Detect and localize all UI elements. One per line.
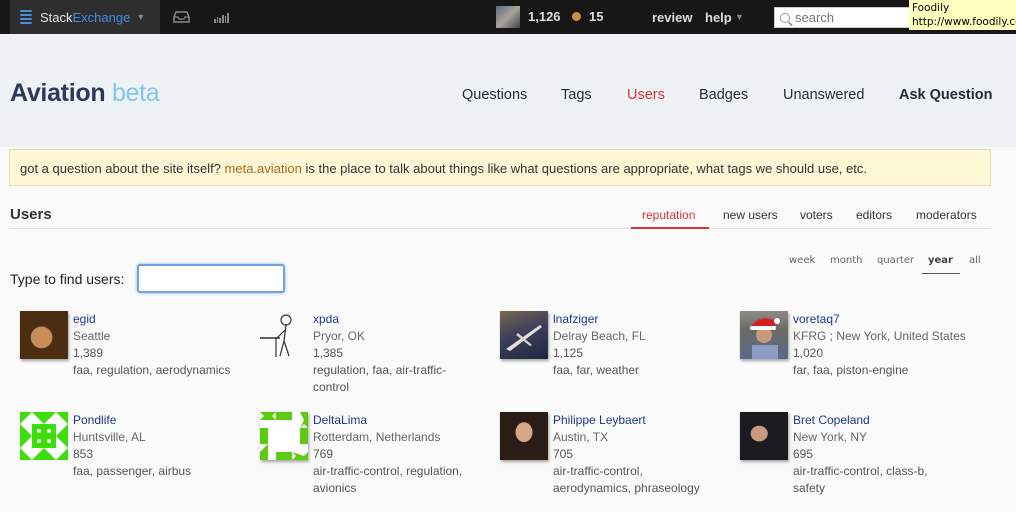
user-reputation: 705	[553, 447, 574, 461]
user-name-link[interactable]: egid	[73, 311, 258, 328]
tab-reputation[interactable]: reputation	[642, 208, 695, 222]
caret-down-icon: ▼	[136, 12, 146, 22]
tabs-divider	[10, 228, 990, 229]
user-tags: far, faa, piston-engine	[793, 363, 909, 377]
stick-figure-icon	[260, 314, 292, 357]
tooltip-title: Foodily	[912, 2, 950, 14]
jet-icon	[506, 325, 542, 351]
meta-notice: got a question about the site itself? me…	[9, 149, 991, 186]
brand-right: Exchange	[72, 9, 131, 25]
review-link[interactable]: review	[652, 10, 692, 25]
user-name-link[interactable]: Pondlife	[73, 412, 258, 429]
nav-ask-question[interactable]: Ask Question	[899, 87, 992, 103]
identicon-icon	[20, 412, 68, 460]
search-box[interactable]	[774, 7, 914, 28]
user-avatar[interactable]	[500, 412, 548, 460]
nav-badges[interactable]: Badges	[699, 87, 748, 103]
identicon-icon	[260, 412, 308, 460]
period-quarter[interactable]: quarter	[877, 255, 914, 266]
user-reputation: 769	[313, 447, 334, 461]
meta-link[interactable]: meta.aviation	[225, 161, 302, 176]
user-tags: faa, far, weather	[553, 363, 640, 377]
user-avatar[interactable]	[20, 311, 68, 359]
tab-editors[interactable]: editors	[856, 208, 892, 222]
user-tags: regulation, faa, air-traffic-control	[313, 363, 447, 394]
site-header: Aviation beta Questions Tags Users Badge…	[0, 34, 1016, 147]
user-name-link[interactable]: Bret Copeland	[793, 412, 978, 429]
tab-voters[interactable]: voters	[800, 208, 833, 222]
user-name-link[interactable]: DeltaLima	[313, 412, 498, 429]
find-users-field[interactable]	[137, 264, 285, 293]
top-bar: StackExchange ▼ 1,126 15 review help ▼ F…	[0, 0, 1016, 34]
nav-unanswered[interactable]: Unanswered	[783, 87, 864, 103]
notice-text-before: got a question about the site itself?	[20, 161, 225, 176]
user-reputation: 1,125	[553, 346, 584, 360]
my-avatar[interactable]	[496, 6, 520, 28]
tooltip: Foodily http://www.foodily.com	[909, 0, 1016, 30]
search-icon	[780, 12, 790, 23]
site-name: Aviation	[10, 79, 106, 107]
user-reputation: 1,389	[73, 346, 104, 360]
help-link[interactable]: help	[705, 10, 732, 25]
active-tab-indicator	[631, 227, 709, 229]
user-location: New York, NY	[793, 430, 868, 444]
user-tags: air-traffic-control, aerodynamics, phras…	[553, 464, 700, 495]
site-suffix: beta	[111, 79, 160, 107]
notice-text-after: is the place to talk about things like w…	[301, 161, 867, 176]
user-tags: air-traffic-control, class-b, safety	[793, 464, 928, 495]
user-location: Austin, TX	[553, 430, 609, 444]
user-reputation: 1,385	[313, 346, 344, 360]
brand-left: Stack	[40, 9, 73, 25]
user-avatar[interactable]	[260, 311, 308, 359]
active-period-indicator	[922, 273, 960, 274]
tab-moderators[interactable]: moderators	[916, 208, 977, 222]
user-avatar[interactable]	[20, 412, 68, 460]
user-name-link[interactable]: Philippe Leybaert	[553, 412, 738, 429]
site-logo[interactable]: Aviation beta	[10, 79, 160, 108]
stackexchange-menu[interactable]: StackExchange ▼	[10, 0, 160, 34]
period-week[interactable]: week	[789, 255, 815, 266]
my-reputation[interactable]: 1,126	[528, 9, 561, 24]
stackexchange-label: StackExchange	[40, 10, 130, 25]
santa-hat-icon	[750, 318, 780, 359]
user-avatar[interactable]	[260, 412, 308, 460]
find-users-input[interactable]	[139, 266, 283, 291]
tooltip-url: http://www.foodily.com	[912, 16, 1016, 28]
user-reputation: 1,020	[793, 346, 824, 360]
page-title: Users	[10, 206, 52, 223]
stackexchange-logo-icon	[20, 10, 32, 24]
user-tags: faa, regulation, aerodynamics	[73, 363, 231, 377]
user-location: KFRG ; New York, United States	[793, 329, 966, 343]
user-location: Delray Beach, FL	[553, 329, 646, 343]
find-users-label: Type to find users:	[10, 271, 125, 287]
achievements-icon[interactable]	[214, 11, 230, 23]
bronze-badge-count[interactable]: 15	[589, 9, 603, 24]
user-tags: air-traffic-control, regulation, avionic…	[313, 464, 463, 495]
nav-users[interactable]: Users	[627, 87, 665, 103]
user-name-link[interactable]: voretaq7	[793, 311, 1016, 328]
help-caret-icon: ▼	[735, 12, 744, 22]
period-month[interactable]: month	[830, 255, 862, 266]
period-all[interactable]: all	[969, 255, 981, 266]
user-avatar[interactable]	[740, 311, 788, 359]
nav-questions[interactable]: Questions	[462, 87, 527, 103]
period-year[interactable]: year	[928, 255, 953, 266]
bronze-badge-icon	[572, 12, 581, 21]
user-tags: faa, passenger, airbus	[73, 464, 192, 478]
inbox-icon[interactable]	[173, 11, 190, 23]
user-reputation: 695	[793, 447, 814, 461]
user-name-link[interactable]: lnafziger	[553, 311, 738, 328]
user-location: Rotterdam, Netherlands	[313, 430, 441, 444]
tab-new-users[interactable]: new users	[723, 208, 778, 222]
user-location: Pryor, OK	[313, 329, 366, 343]
user-reputation: 853	[73, 447, 94, 461]
search-input[interactable]	[795, 10, 905, 25]
nav-tags[interactable]: Tags	[561, 87, 592, 103]
user-location: Seattle	[73, 329, 111, 343]
user-name-link[interactable]: xpda	[313, 311, 498, 328]
user-location: Huntsville, AL	[73, 430, 146, 444]
user-avatar[interactable]	[500, 311, 548, 359]
user-avatar[interactable]	[740, 412, 788, 460]
